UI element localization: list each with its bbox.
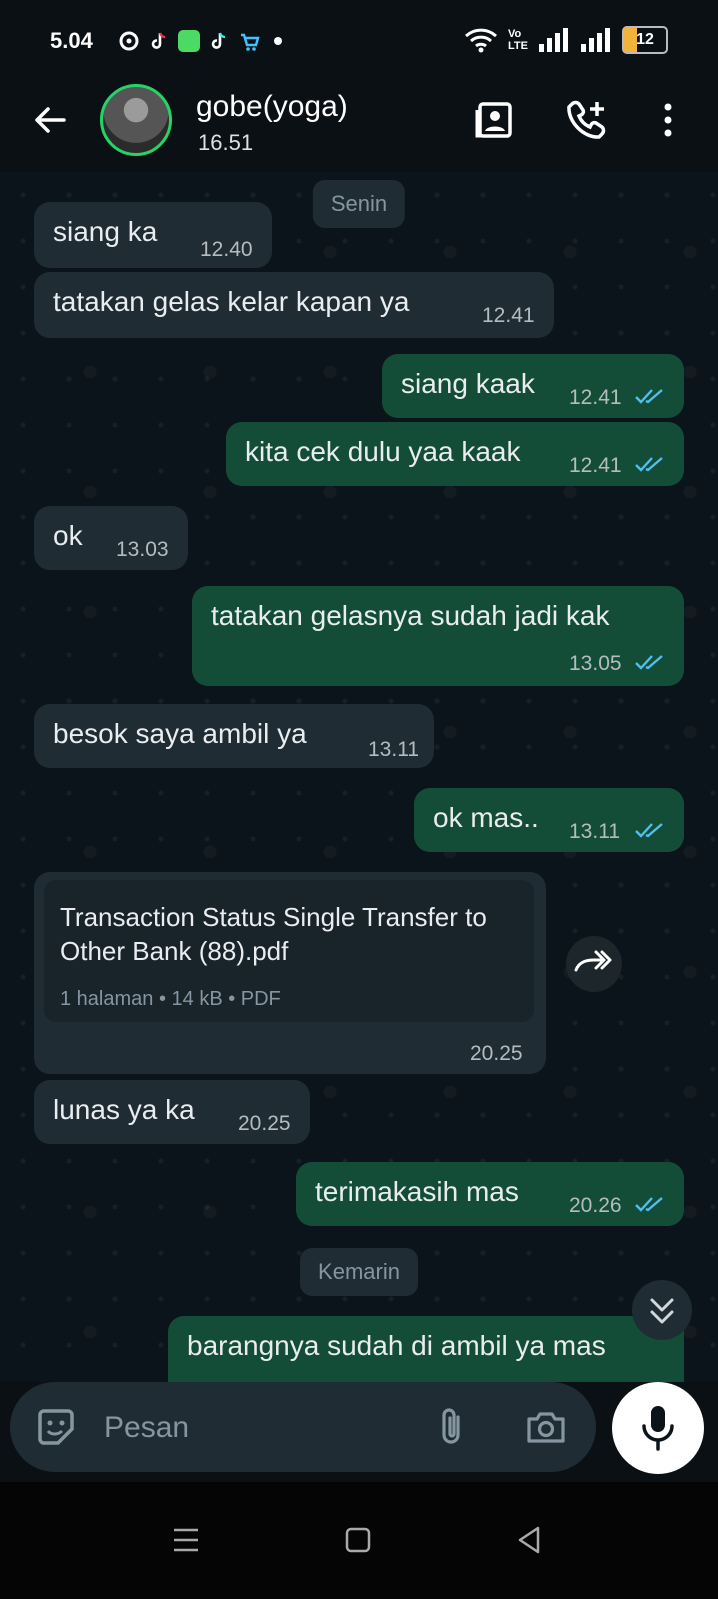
signal-icon (581, 28, 610, 52)
recents-icon[interactable] (168, 1522, 204, 1558)
message-time: 12.41 (482, 304, 535, 327)
avatar[interactable] (100, 84, 172, 156)
status-bar: 5.04 Vo LTE 12 (0, 0, 718, 80)
incoming-message[interactable]: lunas ya ka 20.25 (34, 1080, 310, 1144)
message-time: 13.05 (569, 652, 622, 675)
outgoing-message[interactable]: kita cek dulu yaa kaak 12.41 (226, 422, 684, 486)
home-icon[interactable] (340, 1522, 376, 1558)
message-text: lunas ya ka (53, 1094, 195, 1125)
read-receipt-icon (635, 1197, 663, 1212)
incoming-message[interactable]: siang ka 12.40 (34, 202, 272, 268)
message-text: terimakasih mas (315, 1176, 519, 1207)
contact-card-icon[interactable] (472, 98, 516, 142)
chat-area[interactable]: Senin siang ka 12.40 tatakan gelas kelar… (0, 172, 718, 1382)
document-meta: 1 halaman • 14 kB • PDF (60, 988, 281, 1010)
add-call-icon[interactable] (564, 98, 608, 142)
attach-icon[interactable] (430, 1405, 474, 1449)
messages-icon (178, 30, 200, 52)
outgoing-message[interactable]: terimakasih mas 20.26 (296, 1162, 684, 1226)
message-time: 12.40 (200, 238, 253, 261)
date-separator: Kemarin (300, 1248, 418, 1296)
document-title: Transaction Status Single Transfer to Ot… (60, 902, 487, 966)
message-text: tatakan gelas kelar kapan ya (53, 286, 410, 317)
message-text: barangnya sudah di ambil ya mas (187, 1330, 606, 1361)
message-text: siang ka (53, 216, 158, 247)
message-composer (10, 1382, 596, 1472)
message-time: 12.41 (569, 454, 622, 477)
tiktok-icon (151, 32, 166, 49)
document-card[interactable]: Transaction Status Single Transfer to Ot… (44, 880, 534, 1022)
battery-indicator: 12 (622, 26, 668, 54)
camera-icon[interactable] (524, 1405, 568, 1449)
outgoing-message[interactable]: tatakan gelasnya sudah jadi kak 13.05 (192, 586, 684, 686)
read-receipt-icon (635, 655, 663, 670)
read-receipt-icon (635, 457, 663, 472)
tiktok-icon (211, 32, 226, 49)
double-chevron-down-icon (650, 1298, 674, 1324)
scroll-to-bottom-button[interactable] (632, 1280, 692, 1340)
message-text: besok saya ambil ya (53, 718, 307, 749)
read-receipt-icon (635, 389, 663, 404)
incoming-message[interactable]: tatakan gelas kelar kapan ya 12.41 (34, 272, 554, 338)
last-seen: 16.51 (198, 130, 254, 155)
message-time: 12.41 (569, 386, 622, 409)
wifi-icon (465, 28, 498, 53)
back-arrow-icon[interactable] (30, 100, 70, 140)
location-icon (119, 31, 139, 51)
notification-icons (118, 30, 282, 52)
message-time: 20.26 (569, 1194, 622, 1217)
message-time: 20.25 (238, 1112, 291, 1135)
voice-record-button[interactable] (612, 1382, 704, 1474)
incoming-message[interactable]: besok saya ambil ya 13.11 (34, 704, 434, 768)
volte-label: Vo (508, 28, 522, 40)
forward-button[interactable] (566, 936, 622, 992)
dot-icon (274, 37, 282, 45)
outgoing-message[interactable]: barangnya sudah di ambil ya mas (168, 1316, 684, 1382)
system-nav-bar (0, 1482, 718, 1599)
battery-level: 12 (636, 31, 654, 48)
volte-indicator: Vo LTE (508, 28, 528, 52)
outgoing-message[interactable]: ok mas.. 13.11 (414, 788, 684, 852)
message-time: 13.11 (569, 820, 620, 843)
outgoing-message[interactable]: siang kaak 12.41 (382, 354, 684, 418)
lte-label: LTE (508, 40, 528, 52)
back-icon[interactable] (512, 1522, 548, 1558)
message-input[interactable] (102, 1400, 406, 1456)
incoming-message[interactable]: ok 13.03 (34, 506, 188, 570)
forward-icon (574, 950, 612, 972)
message-time: 13.11 (368, 738, 419, 761)
message-time: 20.25 (470, 1042, 523, 1065)
mic-icon (642, 1406, 674, 1451)
incoming-document-message[interactable]: Transaction Status Single Transfer to Ot… (34, 872, 546, 1074)
message-time: 13.03 (116, 538, 169, 561)
message-text: siang kaak (401, 368, 535, 399)
more-vert-icon[interactable] (646, 98, 690, 142)
message-text: ok (53, 520, 83, 551)
chat-header: gobe(yoga) 16.51 (0, 80, 718, 172)
message-text: tatakan gelasnya sudah jadi kak (211, 600, 610, 631)
status-time: 5.04 (50, 28, 93, 53)
message-text: kita cek dulu yaa kaak (245, 436, 521, 467)
status-right: Vo LTE 12 (464, 26, 668, 54)
shop-icon (241, 33, 260, 51)
sticker-icon[interactable] (34, 1405, 78, 1449)
battery-fill (624, 28, 637, 52)
signal-icon (539, 28, 568, 52)
contact-name[interactable]: gobe(yoga) (196, 90, 348, 124)
date-separator: Senin (312, 180, 406, 228)
read-receipt-icon (635, 823, 663, 838)
message-text: ok mas.. (433, 802, 539, 833)
